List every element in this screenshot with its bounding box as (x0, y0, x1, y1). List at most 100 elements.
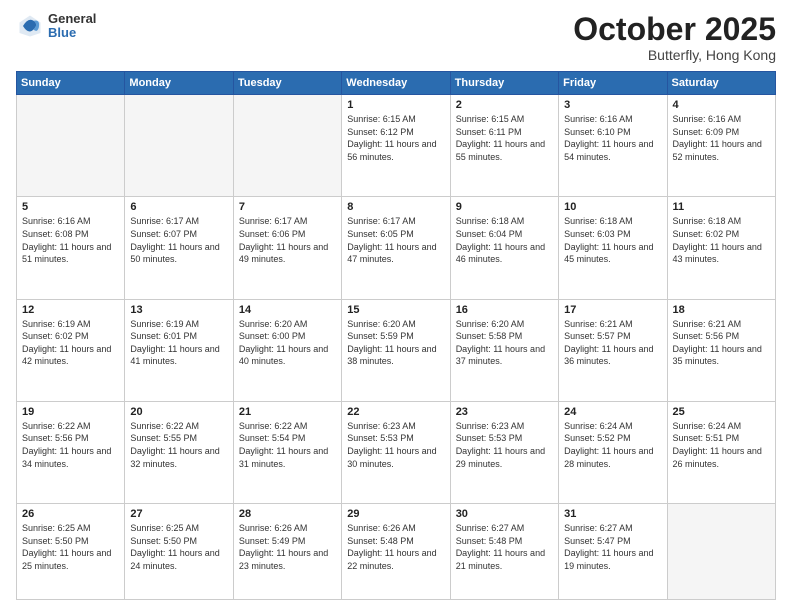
calendar-cell: 21 Sunrise: 6:22 AMSunset: 5:54 PMDayligh… (233, 401, 341, 503)
day-number: 20 (130, 406, 227, 418)
logo-general: General (48, 12, 96, 26)
day-number: 10 (564, 201, 661, 213)
day-info: Sunrise: 6:20 AMSunset: 5:58 PMDaylight:… (456, 318, 553, 368)
header: General Blue October 2025 Butterfly, Hon… (16, 12, 776, 63)
day-info: Sunrise: 6:16 AMSunset: 6:09 PMDaylight:… (673, 113, 770, 163)
day-info: Sunrise: 6:20 AMSunset: 5:59 PMDaylight:… (347, 318, 444, 368)
calendar-cell: 27 Sunrise: 6:25 AMSunset: 5:50 PMDayligh… (125, 504, 233, 600)
day-info: Sunrise: 6:24 AMSunset: 5:51 PMDaylight:… (673, 420, 770, 470)
day-info: Sunrise: 6:25 AMSunset: 5:50 PMDaylight:… (22, 522, 119, 572)
day-number: 17 (564, 304, 661, 316)
calendar-cell: 3Sunrise: 6:16 AMSunset: 6:10 PMDaylight… (559, 95, 667, 197)
calendar-table: SundayMondayTuesdayWednesdayThursdayFrid… (16, 71, 776, 600)
calendar-cell: 20 Sunrise: 6:22 AMSunset: 5:55 PMDayligh… (125, 401, 233, 503)
calendar-cell: 29 Sunrise: 6:26 AMSunset: 5:48 PMDayligh… (342, 504, 450, 600)
weekday-header-sunday: Sunday (17, 72, 125, 95)
calendar-cell: 9Sunrise: 6:18 AMSunset: 6:04 PMDaylight… (450, 197, 558, 299)
month-title: October 2025 (573, 12, 776, 47)
calendar-cell: 23 Sunrise: 6:23 AMSunset: 5:53 PMDayligh… (450, 401, 558, 503)
day-info: Sunrise: 6:23 AMSunset: 5:53 PMDaylight:… (456, 420, 553, 470)
day-number: 25 (673, 406, 770, 418)
calendar-cell: 16Sunrise: 6:20 AMSunset: 5:58 PMDayligh… (450, 299, 558, 401)
day-info: Sunrise: 6:22 AMSunset: 5:55 PMDaylight:… (130, 420, 227, 470)
calendar-cell: 4Sunrise: 6:16 AMSunset: 6:09 PMDaylight… (667, 95, 775, 197)
calendar-cell (125, 95, 233, 197)
day-number: 26 (22, 508, 119, 520)
day-info: Sunrise: 6:22 AMSunset: 5:54 PMDaylight:… (239, 420, 336, 470)
calendar-cell: 15 Sunrise: 6:20 AMSunset: 5:59 PMDayligh… (342, 299, 450, 401)
day-info: Sunrise: 6:23 AMSunset: 5:53 PMDaylight:… (347, 420, 444, 470)
calendar-cell: 1Sunrise: 6:15 AMSunset: 6:12 PMDaylight… (342, 95, 450, 197)
calendar-cell: 8 Sunrise: 6:17 AMSunset: 6:05 PMDaylight… (342, 197, 450, 299)
logo-blue: Blue (48, 26, 96, 40)
calendar-cell: 19Sunrise: 6:22 AMSunset: 5:56 PMDayligh… (17, 401, 125, 503)
day-info: Sunrise: 6:17 AMSunset: 6:05 PMDaylight:… (347, 215, 444, 265)
day-number: 24 (564, 406, 661, 418)
day-info: Sunrise: 6:25 AMSunset: 5:50 PMDaylight:… (130, 522, 227, 572)
day-info: Sunrise: 6:15 AMSunset: 6:11 PMDaylight:… (456, 113, 553, 163)
calendar-cell: 12 Sunrise: 6:19 AMSunset: 6:02 PMDayligh… (17, 299, 125, 401)
logo-icon (16, 12, 44, 40)
calendar-cell: 17 Sunrise: 6:21 AMSunset: 5:57 PMDayligh… (559, 299, 667, 401)
day-info: Sunrise: 6:16 AMSunset: 6:10 PMDaylight:… (564, 113, 661, 163)
day-info: Sunrise: 6:27 AMSunset: 5:48 PMDaylight:… (456, 522, 553, 572)
day-info: Sunrise: 6:22 AMSunset: 5:56 PMDaylight:… (22, 420, 119, 470)
calendar-cell: 28Sunrise: 6:26 AMSunset: 5:49 PMDayligh… (233, 504, 341, 600)
calendar-cell: 31 Sunrise: 6:27 AMSunset: 5:47 PMDayligh… (559, 504, 667, 600)
day-number: 23 (456, 406, 553, 418)
weekday-header-thursday: Thursday (450, 72, 558, 95)
day-number: 8 (347, 201, 444, 213)
day-number: 21 (239, 406, 336, 418)
calendar-week-2: 5 Sunrise: 6:16 AMSunset: 6:08 PMDaylight… (17, 197, 776, 299)
day-number: 12 (22, 304, 119, 316)
calendar-cell: 11Sunrise: 6:18 AMSunset: 6:02 PMDayligh… (667, 197, 775, 299)
weekday-header-tuesday: Tuesday (233, 72, 341, 95)
day-info: Sunrise: 6:26 AMSunset: 5:48 PMDaylight:… (347, 522, 444, 572)
day-number: 2 (456, 99, 553, 111)
weekday-header-wednesday: Wednesday (342, 72, 450, 95)
calendar-week-4: 19Sunrise: 6:22 AMSunset: 5:56 PMDayligh… (17, 401, 776, 503)
day-number: 11 (673, 201, 770, 213)
day-info: Sunrise: 6:27 AMSunset: 5:47 PMDaylight:… (564, 522, 661, 572)
day-number: 9 (456, 201, 553, 213)
day-info: Sunrise: 6:24 AMSunset: 5:52 PMDaylight:… (564, 420, 661, 470)
day-info: Sunrise: 6:21 AMSunset: 5:56 PMDaylight:… (673, 318, 770, 368)
calendar-cell: 30 Sunrise: 6:27 AMSunset: 5:48 PMDayligh… (450, 504, 558, 600)
calendar-cell: 5 Sunrise: 6:16 AMSunset: 6:08 PMDaylight… (17, 197, 125, 299)
calendar-week-1: 1Sunrise: 6:15 AMSunset: 6:12 PMDaylight… (17, 95, 776, 197)
calendar-cell (667, 504, 775, 600)
calendar-cell: 22 Sunrise: 6:23 AMSunset: 5:53 PMDayligh… (342, 401, 450, 503)
page: General Blue October 2025 Butterfly, Hon… (0, 0, 792, 612)
calendar-cell (17, 95, 125, 197)
day-number: 28 (239, 508, 336, 520)
calendar-cell: 25 Sunrise: 6:24 AMSunset: 5:51 PMDayligh… (667, 401, 775, 503)
calendar-cell: 10Sunrise: 6:18 AMSunset: 6:03 PMDayligh… (559, 197, 667, 299)
calendar-cell: 24 Sunrise: 6:24 AMSunset: 5:52 PMDayligh… (559, 401, 667, 503)
calendar-cell (233, 95, 341, 197)
weekday-header-row: SundayMondayTuesdayWednesdayThursdayFrid… (17, 72, 776, 95)
day-number: 31 (564, 508, 661, 520)
day-number: 27 (130, 508, 227, 520)
day-info: Sunrise: 6:19 AMSunset: 6:01 PMDaylight:… (130, 318, 227, 368)
day-info: Sunrise: 6:15 AMSunset: 6:12 PMDaylight:… (347, 113, 444, 163)
day-number: 6 (130, 201, 227, 213)
day-number: 30 (456, 508, 553, 520)
calendar-week-5: 26 Sunrise: 6:25 AMSunset: 5:50 PMDayligh… (17, 504, 776, 600)
day-number: 22 (347, 406, 444, 418)
calendar-week-3: 12 Sunrise: 6:19 AMSunset: 6:02 PMDayligh… (17, 299, 776, 401)
calendar-cell: 14Sunrise: 6:20 AMSunset: 6:00 PMDayligh… (233, 299, 341, 401)
calendar-cell: 26 Sunrise: 6:25 AMSunset: 5:50 PMDayligh… (17, 504, 125, 600)
day-number: 15 (347, 304, 444, 316)
calendar-cell: 13 Sunrise: 6:19 AMSunset: 6:01 PMDayligh… (125, 299, 233, 401)
day-info: Sunrise: 6:21 AMSunset: 5:57 PMDaylight:… (564, 318, 661, 368)
day-number: 13 (130, 304, 227, 316)
calendar-cell: 18 Sunrise: 6:21 AMSunset: 5:56 PMDayligh… (667, 299, 775, 401)
day-number: 29 (347, 508, 444, 520)
day-info: Sunrise: 6:19 AMSunset: 6:02 PMDaylight:… (22, 318, 119, 368)
day-number: 5 (22, 201, 119, 213)
day-number: 7 (239, 201, 336, 213)
day-info: Sunrise: 6:16 AMSunset: 6:08 PMDaylight:… (22, 215, 119, 265)
title-block: October 2025 Butterfly, Hong Kong (573, 12, 776, 63)
day-number: 18 (673, 304, 770, 316)
day-info: Sunrise: 6:20 AMSunset: 6:00 PMDaylight:… (239, 318, 336, 368)
